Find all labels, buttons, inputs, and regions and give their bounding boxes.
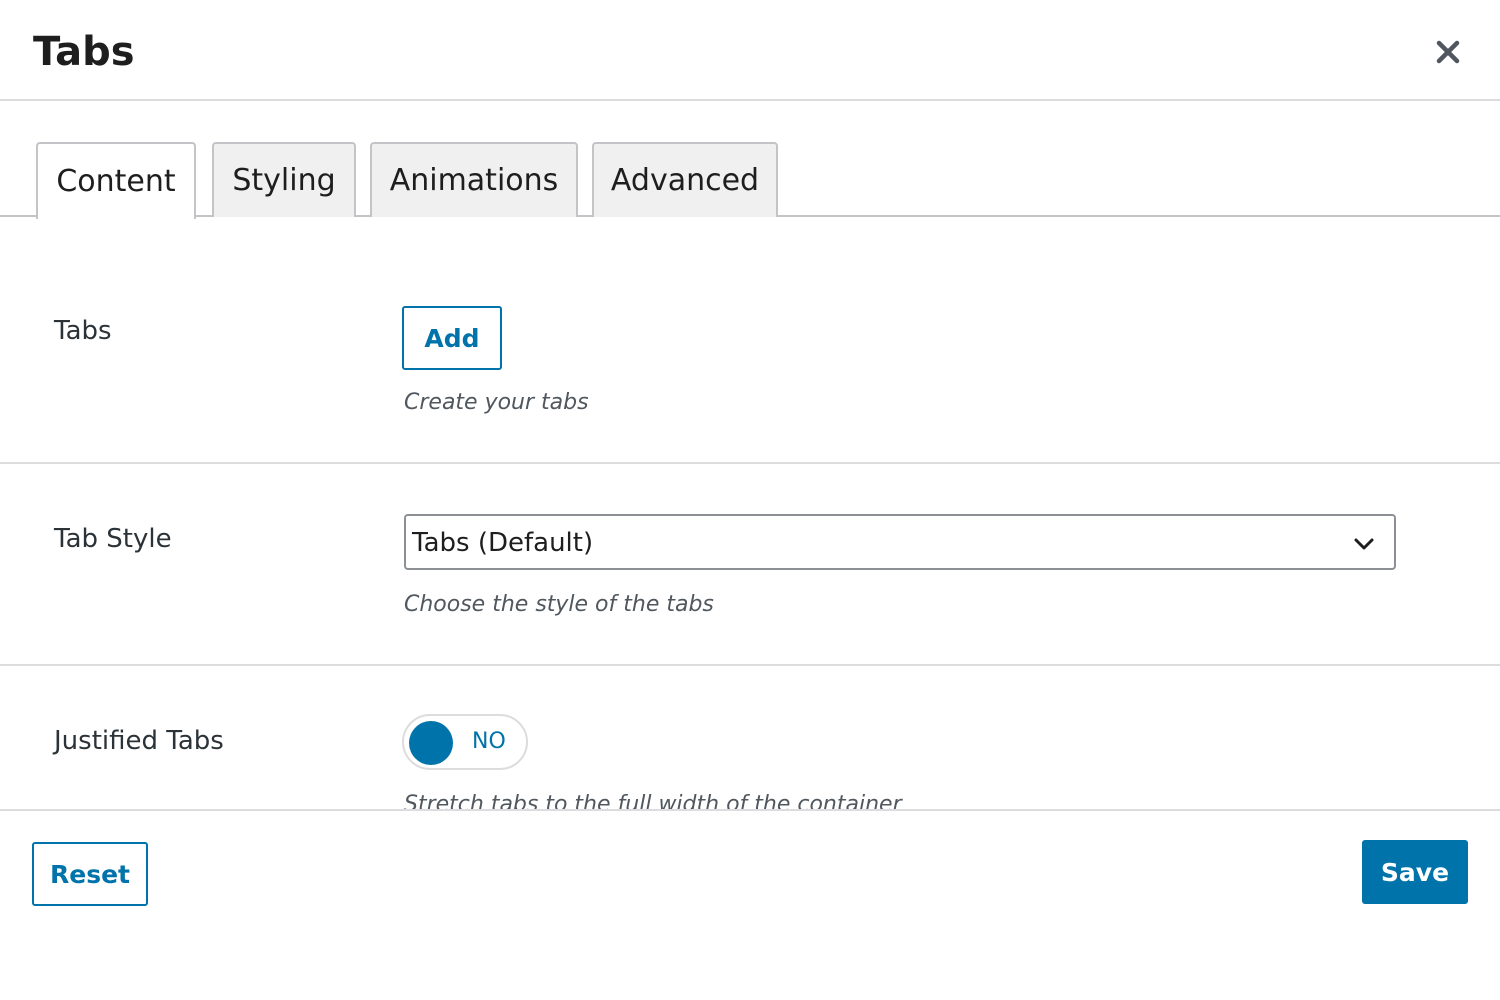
row-divider [0,664,1500,666]
toggle-knob [409,721,453,765]
tab-style-help-text: Choose the style of the tabs [404,592,714,617]
tab-animations[interactable]: Animations [370,142,578,217]
justified-tabs-toggle[interactable]: NO [402,714,528,770]
modal-title: Tabs [33,29,135,75]
justified-tabs-label: Justified Tabs [54,726,224,756]
save-button[interactable]: Save [1362,840,1468,904]
close-icon [1436,40,1460,64]
tabs-field-label: Tabs [54,316,112,346]
tab-advanced[interactable]: Advanced [592,142,778,217]
tab-styling[interactable]: Styling [212,142,356,217]
reset-button[interactable]: Reset [32,842,148,906]
settings-panel: Tabs Add Create your tabs Tab Style Tabs… [0,218,1500,810]
add-tab-button[interactable]: Add [402,306,502,370]
modal-header: Tabs [0,0,1500,101]
justified-tabs-help-text: Stretch tabs to the full width of the co… [404,792,902,810]
tabs-help-text: Create your tabs [404,390,589,415]
close-button[interactable] [1430,34,1466,70]
tab-label: Advanced [610,163,760,198]
modal-dialog: Tabs Content Styling Animations Advanced… [0,0,1500,1000]
toggle-state-text: NO [472,729,506,754]
row-divider [0,462,1500,464]
tab-style-selected-value: Tabs (Default) [412,528,594,558]
tab-label: Animations [389,163,559,198]
tab-label: Styling [232,163,336,198]
tab-label: Content [56,164,176,199]
tab-style-label: Tab Style [54,524,172,554]
tab-style-select[interactable]: Tabs (Default) [404,514,1396,570]
tab-content[interactable]: Content [36,142,196,219]
footer-divider [0,809,1500,811]
chevron-down-icon [1354,538,1374,550]
